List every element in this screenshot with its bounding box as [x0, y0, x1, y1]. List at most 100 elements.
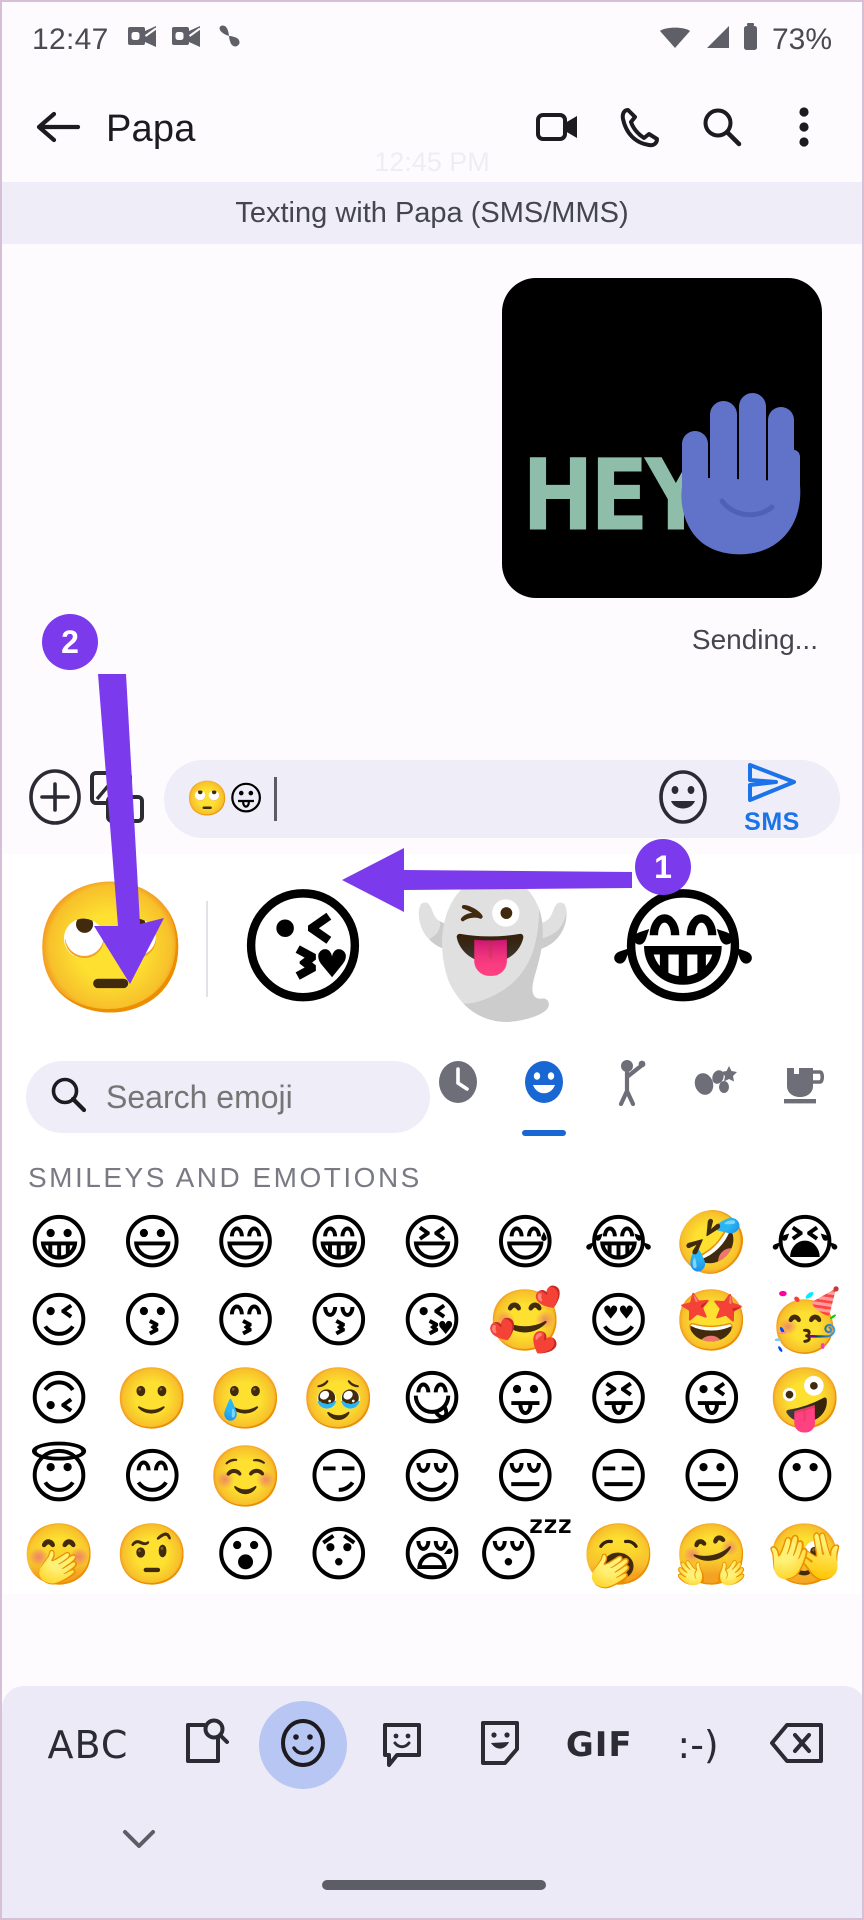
- phone-call-button[interactable]: [608, 98, 672, 162]
- send-button-label: SMS: [744, 808, 800, 836]
- page-title: Papa: [106, 108, 196, 150]
- backspace-key[interactable]: [754, 1702, 840, 1788]
- emoji-category-food-drink[interactable]: [774, 1058, 830, 1136]
- sticker-image[interactable]: HEY: [502, 278, 822, 598]
- emoji-cell[interactable]: 😄: [207, 1204, 285, 1282]
- emoji-category-animals-nature[interactable]: [688, 1058, 744, 1136]
- emoji-cell[interactable]: 🙂: [113, 1360, 191, 1438]
- emoji-key[interactable]: [258, 1701, 347, 1789]
- battery-percentage: 73%: [771, 22, 832, 56]
- pinwheel-icon: [215, 23, 243, 56]
- cellular-signal-icon: [703, 24, 731, 55]
- emoji-cell[interactable]: 😏: [300, 1438, 378, 1516]
- video-call-icon: [535, 108, 581, 151]
- send-button[interactable]: SMS: [726, 761, 818, 837]
- battery-icon: [742, 23, 759, 56]
- keyboard-toolbar-row: ABC GIF :-): [2, 1686, 862, 1804]
- outlook-icon: [171, 24, 201, 55]
- emoji-cell[interactable]: 😮: [207, 1516, 285, 1594]
- emoji-search-input[interactable]: [106, 1078, 406, 1116]
- emoji-cell[interactable]: 🥰: [486, 1282, 564, 1360]
- emoji-cell[interactable]: 🫣: [766, 1516, 844, 1594]
- emoji-cell[interactable]: 😐: [673, 1438, 751, 1516]
- emoji-cell[interactable]: 😑: [580, 1438, 658, 1516]
- emoji-cell[interactable]: ☺️: [207, 1438, 285, 1516]
- emoji-cell[interactable]: 😛: [486, 1360, 564, 1438]
- emoji-category-recent[interactable]: [430, 1058, 486, 1136]
- chevron-down-icon: [120, 1830, 158, 1856]
- emoji-cell[interactable]: 😃: [113, 1204, 191, 1282]
- emoji-cell[interactable]: 😴: [477, 1516, 573, 1594]
- search-button[interactable]: [690, 98, 754, 162]
- emoji-chat-key[interactable]: [359, 1702, 445, 1788]
- clipboard-search-icon: [178, 1715, 230, 1776]
- emoji-face-icon: [657, 769, 709, 830]
- emoji-cell[interactable]: 😶: [766, 1438, 844, 1516]
- keyboard-bottom-row: [2, 1804, 862, 1918]
- emoji-cell[interactable]: 😉: [20, 1282, 98, 1360]
- emoji-cell[interactable]: 😘: [393, 1282, 471, 1360]
- emoji-cell[interactable]: 😂: [580, 1204, 658, 1282]
- emoji-smiley-icon: [277, 1715, 329, 1776]
- emoji-cell[interactable]: 🤭: [20, 1516, 98, 1594]
- emoji-toggle-button[interactable]: [654, 769, 712, 830]
- emoji-cell[interactable]: 🥳: [766, 1282, 844, 1360]
- emoji-cell[interactable]: 😋: [393, 1360, 471, 1438]
- emoji-cell[interactable]: 😝: [580, 1360, 658, 1438]
- emoji-cell[interactable]: 😯: [300, 1516, 378, 1594]
- text-cursor: [273, 777, 277, 821]
- emoji-cell[interactable]: 😗: [113, 1282, 191, 1360]
- annotation-badge-2-wrap: 2: [42, 614, 98, 670]
- emoji-cell[interactable]: 😭: [766, 1204, 844, 1282]
- emoji-cell[interactable]: 🥹: [300, 1360, 378, 1438]
- emoji-cell[interactable]: 🥱: [580, 1516, 658, 1594]
- emoji-cell[interactable]: 😔: [486, 1438, 564, 1516]
- emoji-cell[interactable]: 😀: [20, 1204, 98, 1282]
- message-input-field[interactable]: 🙄😛 SMS: [164, 760, 840, 838]
- collapse-keyboard-button[interactable]: [120, 1826, 158, 1857]
- emoji-search-row: [2, 1044, 862, 1150]
- emoji-cell[interactable]: 🤪: [766, 1360, 844, 1438]
- emoji-cell[interactable]: 😇: [20, 1438, 98, 1516]
- emoticon-key[interactable]: :-): [655, 1702, 741, 1788]
- attach-button[interactable]: [24, 768, 86, 830]
- emoji-cell[interactable]: 🤣: [673, 1204, 751, 1282]
- emoji-cell[interactable]: 😪: [393, 1516, 471, 1594]
- emoji-cell[interactable]: 🤗: [673, 1516, 751, 1594]
- emoji-cell[interactable]: 😍: [580, 1282, 658, 1360]
- emoji-cell[interactable]: 😚: [300, 1282, 378, 1360]
- emoji-cell[interactable]: 🤨: [113, 1516, 191, 1594]
- emoji-cell[interactable]: 😊: [113, 1438, 191, 1516]
- emoji-cell[interactable]: 🤩: [673, 1282, 751, 1360]
- emoji-cell[interactable]: 😆: [393, 1204, 471, 1282]
- more-options-button[interactable]: [772, 98, 836, 162]
- clipboard-search-key[interactable]: [161, 1702, 247, 1788]
- more-vert-icon: [797, 106, 811, 153]
- outgoing-message-bubble[interactable]: HEY: [502, 278, 822, 598]
- search-icon: [50, 1076, 88, 1119]
- emoji-grid-row: 🙃 🙂 🥲 🥹 😋 😛 😝 😜 🤪: [20, 1360, 844, 1438]
- gif-key[interactable]: GIF: [556, 1702, 642, 1788]
- wifi-icon: [658, 24, 692, 55]
- emoji-category-smileys[interactable]: [516, 1058, 572, 1136]
- sticker-key[interactable]: [457, 1702, 543, 1788]
- emoji-category-people[interactable]: [602, 1058, 658, 1136]
- emoji-speech-bubble-icon: [377, 1715, 427, 1776]
- backspace-icon: [769, 1718, 825, 1773]
- plus-circle-icon: [26, 768, 84, 831]
- emoji-cell[interactable]: 😅: [486, 1204, 564, 1282]
- back-button[interactable]: [28, 100, 88, 160]
- video-call-button[interactable]: [526, 98, 590, 162]
- emoji-grid-row: 🤭 🤨 😮 😯 😪 😴 🥱 🤗 🫣: [20, 1516, 844, 1594]
- emoji-cell[interactable]: 😜: [673, 1360, 751, 1438]
- emoji-search-box[interactable]: [26, 1061, 430, 1133]
- home-indicator[interactable]: [322, 1880, 546, 1890]
- emoji-cell[interactable]: 🥲: [207, 1360, 285, 1438]
- emoji-cell[interactable]: 😌: [393, 1438, 471, 1516]
- arrow-left-icon: [34, 107, 82, 152]
- emoji-cell[interactable]: 🙃: [20, 1360, 98, 1438]
- emoji-cell[interactable]: 😁: [300, 1204, 378, 1282]
- abc-key[interactable]: ABC: [28, 1702, 148, 1788]
- message-thread: HEY Sending...: [2, 244, 862, 744]
- emoji-cell[interactable]: 😙: [207, 1282, 285, 1360]
